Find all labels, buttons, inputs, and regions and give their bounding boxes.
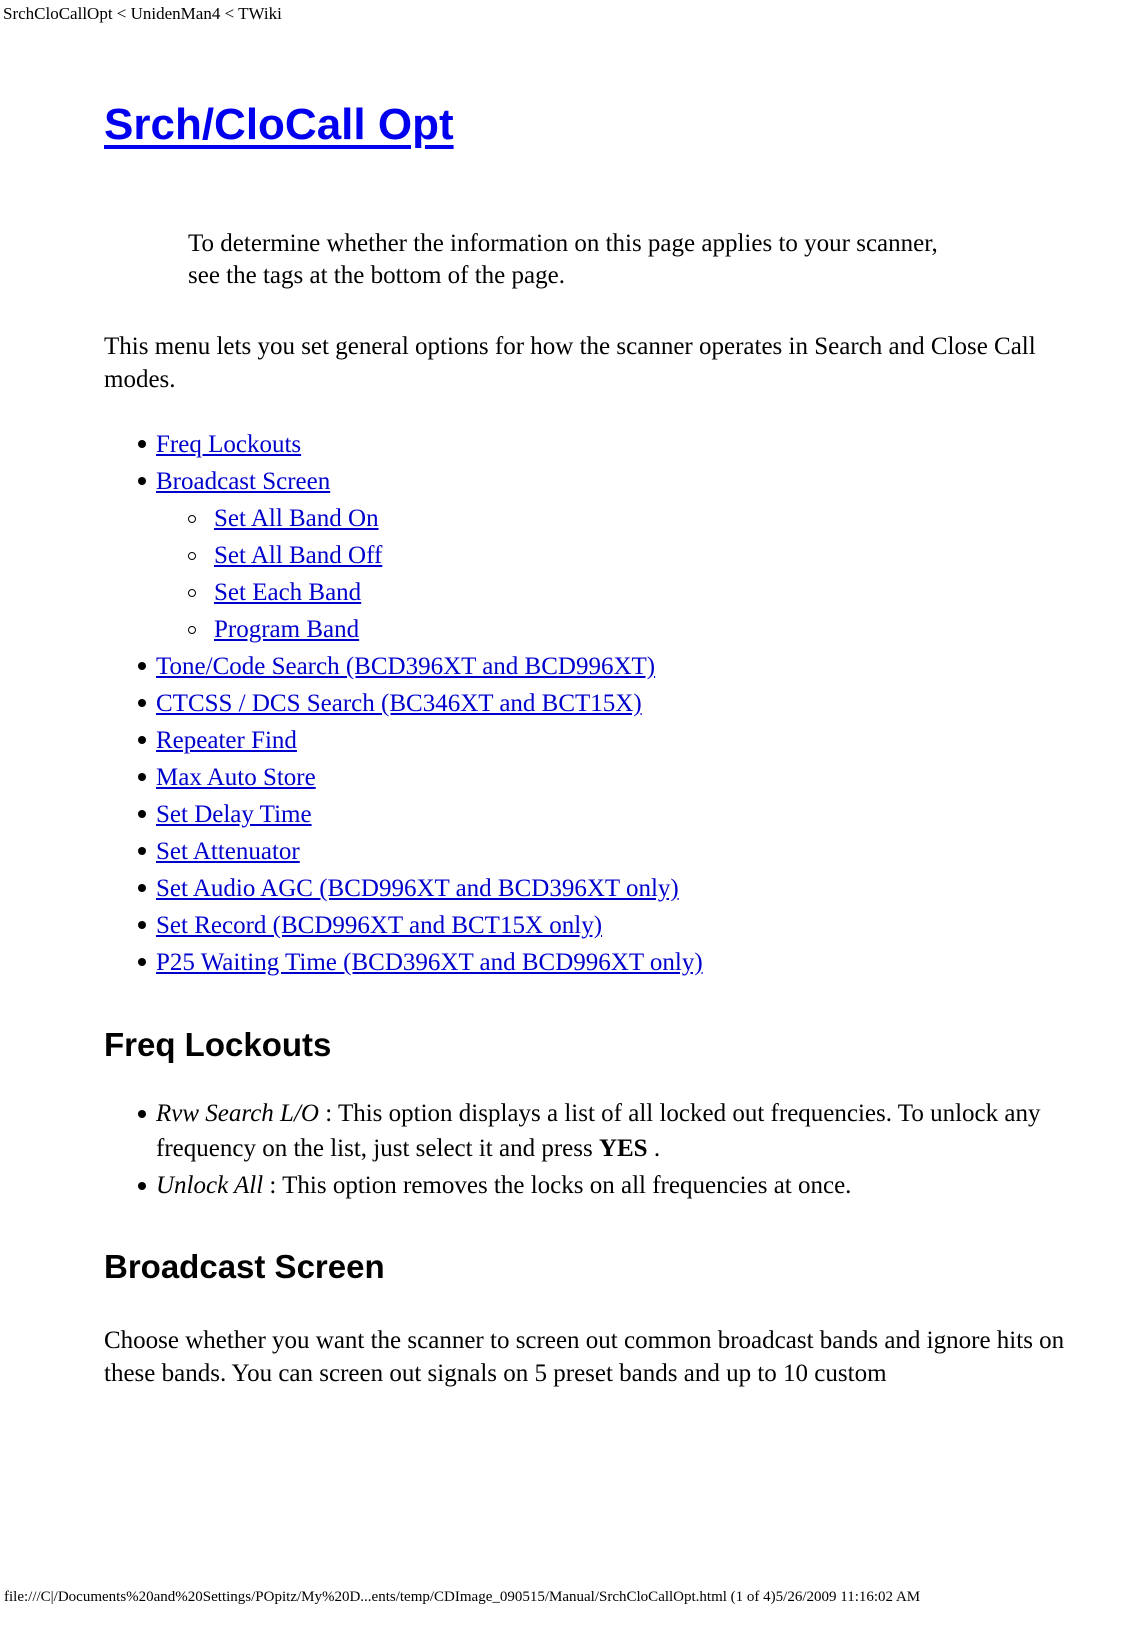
option-separator: :: [263, 1172, 283, 1199]
list-item[interactable]: Set All Band On: [156, 500, 1100, 537]
option-description-tail: .: [647, 1135, 661, 1162]
toc-sublist-broadcast-screen: Set All Band On Set All Band Off Set Eac…: [156, 500, 1100, 648]
page-title: Srch/CloCall Opt: [104, 100, 454, 150]
bullet-icon: [138, 847, 146, 855]
toc-link-set-all-band-off[interactable]: Set All Band Off: [214, 542, 382, 569]
broadcast-screen-paragraph: Choose whether you want the scanner to s…: [104, 1327, 1065, 1387]
list-item[interactable]: Broadcast Screen Set All Band On Set All…: [104, 463, 1100, 648]
bullet-icon: [138, 810, 146, 818]
toc-link-ctcss-dcs-search[interactable]: CTCSS / DCS Search (BC346XT and BCT15X): [156, 690, 642, 717]
list-item: Unlock All : This option removes the loc…: [104, 1168, 1100, 1203]
circle-bullet-icon: [188, 515, 196, 523]
section-heading-broadcast-screen: Broadcast Screen: [104, 1248, 385, 1285]
bullet-icon: [138, 884, 146, 892]
section-heading-freq-lockouts: Freq Lockouts: [104, 1026, 332, 1063]
bullet-icon: [138, 736, 146, 744]
list-item[interactable]: Freq Lockouts: [104, 426, 1100, 463]
toc-link-p25-waiting-time[interactable]: P25 Waiting Time (BCD396XT and BCD996XT …: [156, 949, 703, 976]
document-page: Srch/CloCall Opt To determine whether th…: [0, 78, 1146, 1390]
browser-print-header: SrchCloCallOpt < UnidenMan4 < TWiki: [3, 4, 282, 23]
list-item[interactable]: Set Attenuator: [104, 833, 1100, 870]
table-of-contents: Freq Lockouts Broadcast Screen Set All B…: [104, 426, 1100, 981]
list-item[interactable]: Set Delay Time: [104, 796, 1100, 833]
toc-link-set-delay-time[interactable]: Set Delay Time: [156, 801, 312, 828]
bullet-icon: [138, 958, 146, 966]
list-item[interactable]: Max Auto Store: [104, 759, 1100, 796]
circle-bullet-icon: [188, 589, 196, 597]
option-term: Rvw Search L/O: [156, 1100, 319, 1127]
bullet-icon: [138, 699, 146, 707]
list-item[interactable]: Program Band: [156, 611, 1100, 648]
applicability-note: To determine whether the information on …: [188, 230, 938, 289]
option-separator: :: [318, 1100, 338, 1127]
list-item: Rvw Search L/O : This option displays a …: [104, 1096, 1100, 1166]
option-term: Unlock All: [156, 1172, 264, 1199]
page-footer-path: file:///C|/Documents%20and%20Settings/PO…: [4, 1589, 921, 1605]
document-content: Srch/CloCall Opt To determine whether th…: [104, 78, 1100, 1390]
list-item[interactable]: CTCSS / DCS Search (BC346XT and BCT15X): [104, 685, 1100, 722]
toc-link-tone-code-search[interactable]: Tone/Code Search (BCD396XT and BCD996XT): [156, 653, 655, 680]
bullet-icon: [138, 773, 146, 781]
toc-link-set-each-band[interactable]: Set Each Band: [214, 579, 361, 606]
bullet-icon: [138, 662, 146, 670]
toc-link-set-audio-agc[interactable]: Set Audio AGC (BCD996XT and BCD396XT onl…: [156, 875, 679, 902]
circle-bullet-icon: [188, 626, 196, 634]
page-title-text[interactable]: Srch/CloCall Opt: [104, 100, 454, 149]
bullet-icon: [138, 921, 146, 929]
option-description: This option removes the locks on all fre…: [282, 1172, 852, 1199]
list-item[interactable]: P25 Waiting Time (BCD396XT and BCD996XT …: [104, 944, 1100, 981]
toc-link-program-band[interactable]: Program Band: [214, 616, 359, 643]
toc-link-repeater-find[interactable]: Repeater Find: [156, 727, 297, 754]
circle-bullet-icon: [188, 552, 196, 560]
list-item[interactable]: Set All Band Off: [156, 537, 1100, 574]
toc-link-set-attenuator[interactable]: Set Attenuator: [156, 838, 300, 865]
toc-link-freq-lockouts[interactable]: Freq Lockouts: [156, 431, 301, 458]
bullet-icon: [138, 477, 146, 485]
list-item[interactable]: Repeater Find: [104, 722, 1100, 759]
list-item[interactable]: Tone/Code Search (BCD396XT and BCD996XT): [104, 648, 1100, 685]
bullet-icon: [138, 1182, 146, 1190]
toc-link-set-record[interactable]: Set Record (BCD996XT and BCT15X only): [156, 912, 602, 939]
toc-link-broadcast-screen[interactable]: Broadcast Screen: [156, 468, 330, 495]
intro-paragraph: This menu lets you set general options f…: [104, 333, 1036, 393]
bullet-icon: [138, 440, 146, 448]
freq-lockouts-options: Rvw Search L/O : This option displays a …: [104, 1096, 1100, 1203]
key-label-yes: YES: [598, 1135, 648, 1162]
bullet-icon: [138, 1110, 146, 1118]
list-item[interactable]: Set Each Band: [156, 574, 1100, 611]
toc-link-max-auto-store[interactable]: Max Auto Store: [156, 764, 316, 791]
list-item[interactable]: Set Audio AGC (BCD996XT and BCD396XT onl…: [104, 870, 1100, 907]
list-item[interactable]: Set Record (BCD996XT and BCT15X only): [104, 907, 1100, 944]
toc-link-set-all-band-on[interactable]: Set All Band On: [214, 505, 379, 532]
